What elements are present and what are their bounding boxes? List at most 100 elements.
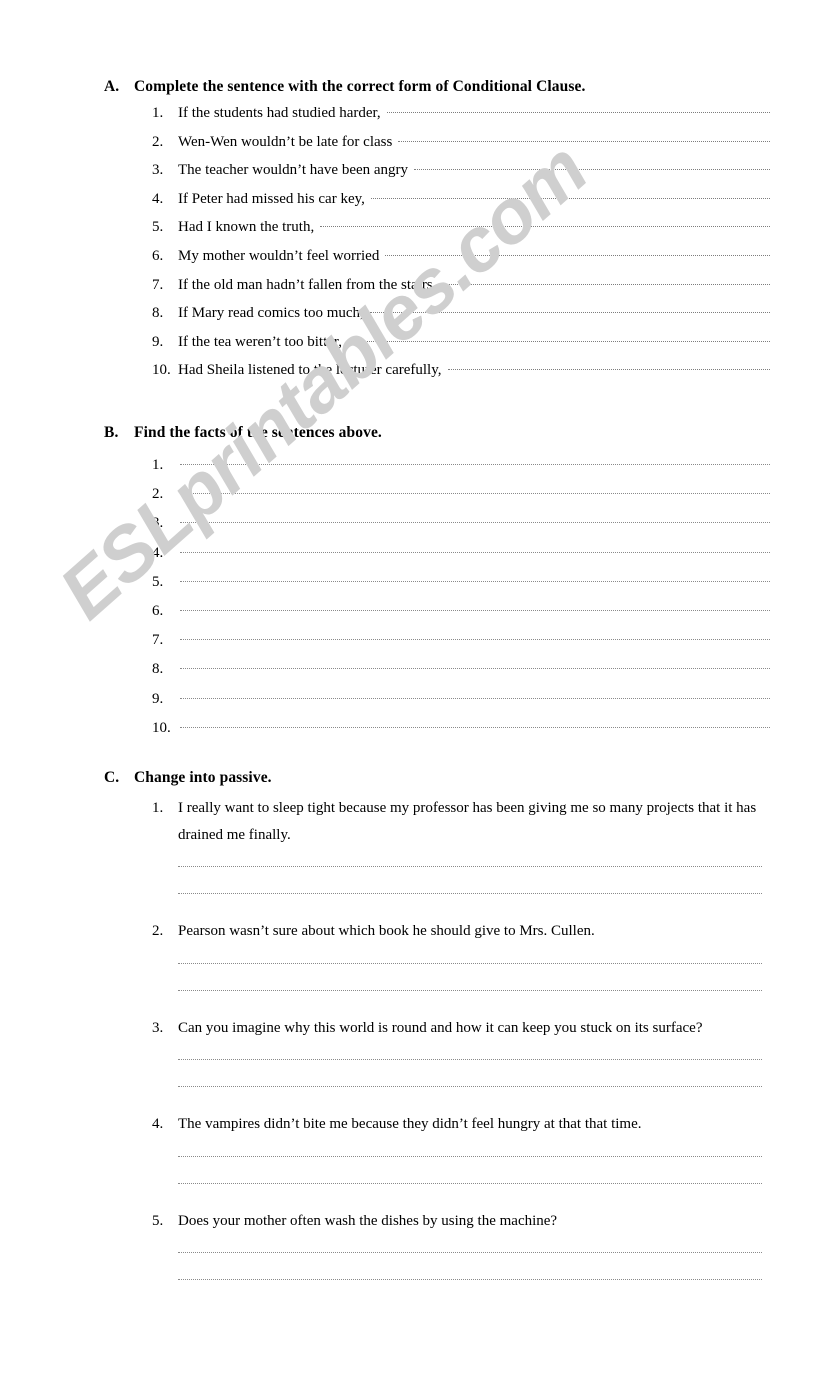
answer-row: 9.	[0, 688, 838, 717]
answer-number: 3.	[152, 515, 164, 532]
question-number: 9.	[152, 333, 164, 350]
answer-dotted-line[interactable]	[386, 102, 771, 117]
passive-item: 5. Does your mother often wash the dishe…	[0, 1208, 838, 1289]
answer-row: 3.	[0, 512, 838, 541]
question-number: 5.	[152, 1212, 164, 1229]
answer-dotted-line[interactable]	[180, 600, 770, 615]
answer-number: 5.	[152, 573, 164, 590]
answer-dotted-line[interactable]	[178, 1041, 762, 1068]
passive-sentence: 1. I really want to sleep tight because …	[152, 795, 838, 848]
section-a: A. Complete the sentence with the correc…	[0, 78, 838, 388]
answer-dotted-line[interactable]	[180, 571, 770, 586]
section-b-title: Find the facts of the sentences above.	[134, 424, 382, 441]
question-text: If the tea weren’t too bitter,	[178, 333, 343, 350]
answer-dotted-line[interactable]	[178, 1261, 762, 1288]
question-row: 3. The teacher wouldn’t have been angry	[0, 159, 838, 188]
question-text: Had Sheila listened to the lecturer care…	[178, 362, 442, 379]
question-row: 2. Wen-Wen wouldn’t be late for class	[0, 131, 838, 160]
passive-item: 4. The vampires didn’t bite me because t…	[0, 1111, 838, 1192]
section-c: C. Change into passive. 1. I really want…	[0, 769, 838, 1288]
question-text: Does your mother often wash the dishes b…	[178, 1212, 558, 1229]
answer-dotted-line[interactable]	[369, 302, 771, 317]
answer-area	[178, 1138, 762, 1192]
question-text: If Mary read comics too much,	[178, 305, 364, 322]
question-row: 1. If the students had studied harder,	[0, 102, 838, 131]
answer-dotted-line[interactable]	[178, 1234, 762, 1261]
passive-sentence: 2. Pearson wasn’t sure about which book …	[152, 918, 838, 945]
answer-dotted-line[interactable]	[180, 658, 770, 673]
answer-row: 8.	[0, 658, 838, 687]
answer-row: 10.	[0, 717, 838, 746]
answer-dotted-line[interactable]	[348, 331, 770, 346]
answer-number: 10.	[152, 719, 171, 736]
answer-row: 4.	[0, 542, 838, 571]
passive-sentence: 4. The vampires didn’t bite me because t…	[152, 1111, 838, 1138]
section-b-answer-list: 1. 2. 3. 4. 5. 6. 7. 8. 9. 10.	[0, 454, 838, 746]
answer-row: 6.	[0, 600, 838, 629]
section-b-letter: B.	[104, 424, 119, 441]
answer-dotted-line[interactable]	[180, 629, 770, 644]
answer-number: 9.	[152, 690, 164, 707]
answer-dotted-line[interactable]	[447, 359, 771, 374]
answer-dotted-line[interactable]	[320, 216, 770, 231]
answer-dotted-line[interactable]	[178, 875, 762, 902]
answer-number: 4.	[152, 544, 164, 561]
answer-dotted-line[interactable]	[180, 512, 770, 527]
question-text: Can you imagine why this world is round …	[178, 1019, 703, 1036]
question-row: 7. If the old man hadn’t fallen from the…	[0, 274, 838, 303]
question-text: The vampires didn’t bite me because they…	[178, 1116, 642, 1132]
question-row: 8. If Mary read comics too much,	[0, 302, 838, 331]
question-number: 6.	[152, 247, 164, 264]
answer-row: 2.	[0, 483, 838, 512]
question-text: My mother wouldn’t feel worried	[178, 247, 380, 264]
section-c-title: Change into passive.	[134, 769, 272, 786]
answer-dotted-line[interactable]	[180, 454, 770, 469]
answer-dotted-line[interactable]	[178, 972, 762, 999]
question-number: 7.	[152, 276, 164, 293]
question-number: 5.	[152, 219, 164, 236]
section-c-heading: C. Change into passive.	[0, 769, 838, 787]
section-a-letter: A.	[104, 78, 120, 95]
passive-item: 1. I really want to sleep tight because …	[0, 795, 838, 902]
question-number: 1.	[152, 105, 164, 121]
answer-dotted-line[interactable]	[180, 483, 770, 498]
answer-dotted-line[interactable]	[178, 1165, 762, 1192]
answer-dotted-line[interactable]	[442, 274, 770, 289]
answer-row: 5.	[0, 571, 838, 600]
section-c-question-list: 1. I really want to sleep tight because …	[0, 795, 838, 1288]
question-row: 9. If the tea weren’t too bitter,	[0, 331, 838, 360]
question-row: 6. My mother wouldn’t feel worried	[0, 245, 838, 274]
passive-item: 2. Pearson wasn’t sure about which book …	[0, 918, 838, 999]
answer-dotted-line[interactable]	[370, 188, 771, 203]
answer-number: 7.	[152, 632, 164, 649]
answer-dotted-line[interactable]	[178, 1068, 762, 1095]
answer-dotted-line[interactable]	[414, 159, 770, 174]
answer-dotted-line[interactable]	[178, 945, 762, 972]
question-number: 2.	[152, 923, 164, 939]
answer-dotted-line[interactable]	[178, 1138, 762, 1165]
passive-sentence: 3. Can you imagine why this world is rou…	[152, 1015, 838, 1042]
question-number: 4.	[152, 1116, 164, 1132]
question-number: 4.	[152, 190, 164, 207]
question-text: I really want to sleep tight because my …	[178, 800, 757, 843]
question-number: 3.	[152, 162, 164, 179]
answer-dotted-line[interactable]	[398, 131, 770, 146]
answer-dotted-line[interactable]	[385, 245, 770, 260]
question-row: 5. Had I known the truth,	[0, 216, 838, 245]
question-text: If Peter had missed his car key,	[178, 190, 365, 207]
question-text: If the old man hadn’t fallen from the st…	[178, 276, 437, 293]
answer-row: 1.	[0, 454, 838, 483]
answer-dotted-line[interactable]	[180, 542, 770, 557]
section-a-heading: A. Complete the sentence with the correc…	[0, 78, 838, 96]
answer-number: 8.	[152, 661, 164, 678]
section-b: B. Find the facts of the sentences above…	[0, 424, 838, 746]
answer-dotted-line[interactable]	[180, 688, 770, 703]
section-b-heading: B. Find the facts of the sentences above…	[0, 424, 838, 442]
question-number: 1.	[152, 800, 164, 816]
answer-dotted-line[interactable]	[178, 848, 762, 875]
section-c-letter: C.	[104, 769, 120, 786]
answer-number: 2.	[152, 486, 164, 503]
answer-area	[178, 1234, 762, 1288]
answer-area	[178, 945, 762, 999]
answer-dotted-line[interactable]	[180, 717, 770, 732]
